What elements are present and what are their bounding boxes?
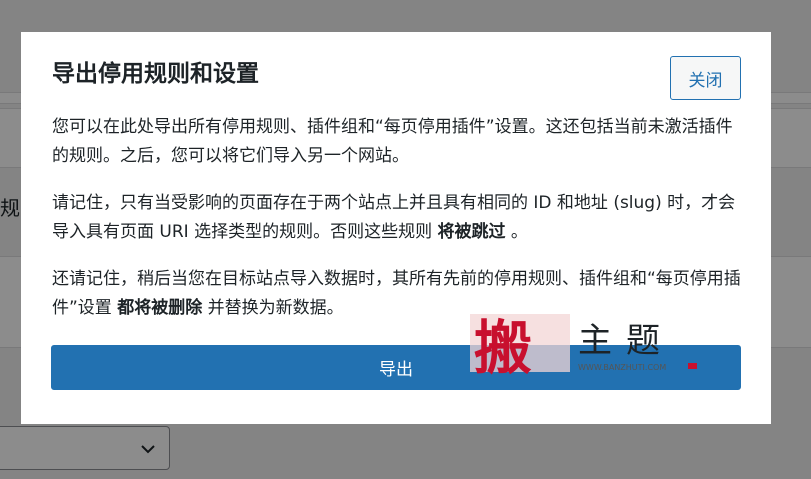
paragraph-text: 并替换为新数据。 [202, 298, 344, 318]
paragraph-text: 您可以在此处导出所有停用规则、插件组和“每页停用插件”设置。这还包括当前未激活插… [52, 117, 733, 166]
modal-body: 您可以在此处导出所有停用规则、插件组和“每页停用插件”设置。这还包括当前未激活插… [52, 113, 742, 341]
modal-paragraph: 您可以在此处导出所有停用规则、插件组和“每页停用插件”设置。这还包括当前未激活插… [52, 113, 742, 171]
close-button[interactable]: 关闭 [670, 56, 741, 100]
export-button[interactable]: 导出 [51, 345, 741, 390]
paragraph-text: 。 [505, 222, 528, 242]
paragraph-text: 请记住，只有当受影响的页面存在于两个站点上并且具有相同的 ID 和地址 (slu… [52, 193, 736, 242]
modal-paragraph: 还请记住，稍后当您在目标站点导入数据时，其所有先前的停用规则、插件组和“每页停用… [52, 265, 742, 323]
emphasis-deleted: 都将被删除 [117, 298, 203, 318]
export-modal: 导出停用规则和设置 关闭 您可以在此处导出所有停用规则、插件组和“每页停用插件”… [21, 32, 771, 424]
emphasis-skipped: 将被跳过 [437, 222, 506, 242]
modal-paragraph: 请记住，只有当受影响的页面存在于两个站点上并且具有相同的 ID 和地址 (slu… [52, 189, 742, 247]
modal-title: 导出停用规则和设置 [52, 61, 259, 87]
